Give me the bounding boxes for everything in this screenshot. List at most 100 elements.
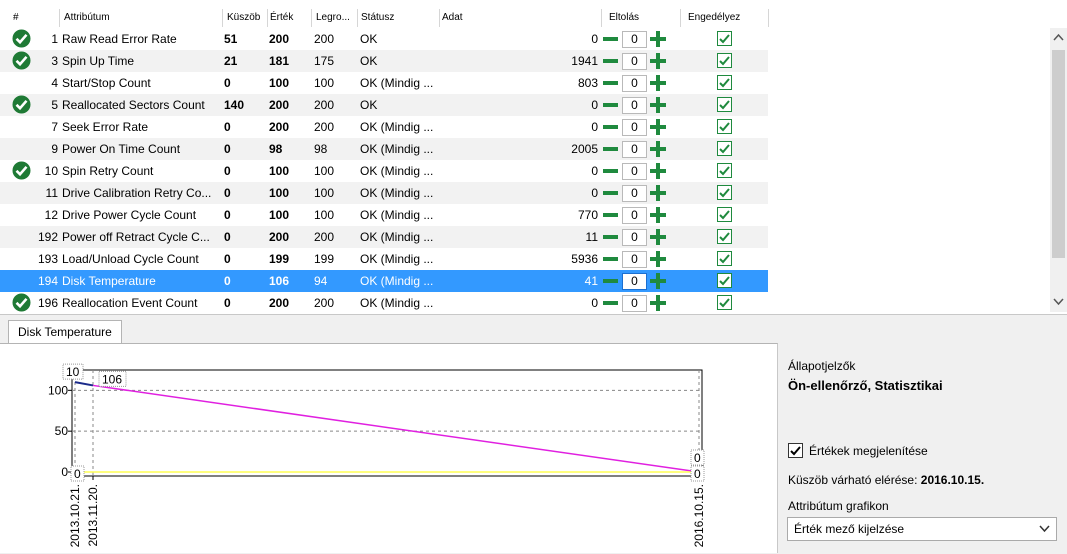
col-enabled-header[interactable]: Engedélyez: [688, 12, 740, 23]
offset-input[interactable]: 0: [622, 229, 647, 246]
table-row[interactable]: 193 Load/Unload Cycle Count 0 199 199 OK (Min…: [0, 248, 768, 270]
attr-value: 100: [269, 186, 290, 200]
offset-input[interactable]: 0: [622, 295, 647, 312]
offset-increase-button[interactable]: [649, 294, 667, 312]
table-row[interactable]: 5 Reallocated Sectors Count 140 200 200 OK 0 0: [0, 94, 768, 116]
offset-increase-button[interactable]: [649, 140, 667, 158]
offset-decrease-button[interactable]: [601, 229, 620, 245]
offset-decrease-button[interactable]: [601, 53, 620, 69]
attr-threshold: 0: [224, 76, 231, 90]
checkmark-icon: [719, 188, 730, 198]
enable-checkbox[interactable]: [717, 251, 732, 266]
offset-increase-button[interactable]: [649, 74, 667, 92]
show-values-label[interactable]: Értékek megjelenítése: [809, 444, 928, 458]
col-attribute-header[interactable]: Attribútum: [64, 12, 110, 23]
enable-checkbox[interactable]: [717, 119, 732, 134]
attr-threshold: 0: [224, 296, 231, 310]
col-data-header[interactable]: Adat: [442, 12, 463, 23]
offset-increase-button[interactable]: [649, 52, 667, 70]
attr-id: 4: [51, 76, 58, 90]
offset-increase-button[interactable]: [649, 206, 667, 224]
table-row[interactable]: 11 Drive Calibration Retry Co... 0 100 100 OK…: [0, 182, 768, 204]
x-tick-label: 2016.10.15.: [692, 484, 706, 547]
enable-checkbox[interactable]: [717, 185, 732, 200]
table-scrollbar[interactable]: [1050, 28, 1067, 312]
attr-raw-data: 5936: [571, 252, 598, 266]
col-threshold-header[interactable]: Küszöb: [227, 12, 260, 23]
offset-input[interactable]: 0: [622, 97, 647, 114]
enable-checkbox[interactable]: [717, 31, 732, 46]
enable-checkbox[interactable]: [717, 141, 732, 156]
col-offset-header[interactable]: Eltolás: [609, 12, 639, 23]
offset-decrease-button[interactable]: [601, 295, 620, 311]
enable-checkbox[interactable]: [717, 163, 732, 178]
attr-id: 192: [37, 230, 58, 244]
offset-input[interactable]: 0: [622, 273, 647, 290]
offset-increase-button[interactable]: [649, 228, 667, 246]
table-row[interactable]: 9 Power On Time Count 0 98 98 OK (Mindig ... 2…: [0, 138, 768, 160]
enable-checkbox[interactable]: [717, 229, 732, 244]
offset-decrease-button[interactable]: [601, 75, 620, 91]
attr-value: 181: [269, 54, 290, 68]
enable-checkbox[interactable]: [717, 97, 732, 112]
enable-checkbox[interactable]: [717, 53, 732, 68]
table-row[interactable]: 192 Power off Retract Cycle C... 0 200 200 OK…: [0, 226, 768, 248]
offset-input[interactable]: 0: [622, 163, 647, 180]
col-value-header[interactable]: Érték: [270, 12, 293, 23]
offset-increase-button[interactable]: [649, 184, 667, 202]
attr-threshold: 0: [224, 274, 231, 288]
offset-decrease-button[interactable]: [601, 31, 620, 47]
offset-increase-button[interactable]: [649, 250, 667, 268]
offset-input[interactable]: 0: [622, 75, 647, 92]
offset-increase-button[interactable]: [649, 162, 667, 180]
offset-decrease-button[interactable]: [601, 119, 620, 135]
offset-decrease-button[interactable]: [601, 141, 620, 157]
offset-increase-button[interactable]: [649, 118, 667, 136]
scrollbar-thumb[interactable]: [1052, 50, 1065, 258]
enable-checkbox[interactable]: [717, 295, 732, 310]
offset-input[interactable]: 0: [622, 141, 647, 158]
ok-check-icon: [12, 29, 31, 48]
attr-value: 200: [269, 296, 290, 310]
checkmark-icon: [719, 56, 730, 66]
enable-checkbox[interactable]: [717, 75, 732, 90]
table-row[interactable]: 7 Seek Error Rate 0 200 200 OK (Mindig ... 0 0: [0, 116, 768, 138]
attribute-info-panel: Állapotjelzők Ön-ellenőrző, Statisztikai…: [778, 343, 1067, 553]
enable-checkbox[interactable]: [717, 207, 732, 222]
offset-increase-button[interactable]: [649, 96, 667, 114]
table-row[interactable]: 3 Spin Up Time 21 181 175 OK 1941 0: [0, 50, 768, 72]
offset-decrease-button[interactable]: [601, 273, 620, 289]
col-num-header[interactable]: #: [13, 12, 19, 23]
attr-name: Drive Power Cycle Count: [62, 208, 197, 222]
table-row[interactable]: 194 Disk Temperature 0 106 94 OK (Mindig ... 4…: [0, 270, 768, 292]
offset-increase-button[interactable]: [649, 30, 667, 48]
table-row[interactable]: 4 Start/Stop Count 0 100 100 OK (Mindig ... 80…: [0, 72, 768, 94]
offset-decrease-button[interactable]: [601, 251, 620, 267]
offset-input[interactable]: 0: [622, 251, 647, 268]
offset-increase-button[interactable]: [649, 272, 667, 290]
table-row[interactable]: 10 Spin Retry Count 0 100 100 OK (Mindig ... 0…: [0, 160, 768, 182]
offset-decrease-button[interactable]: [601, 97, 620, 113]
offset-decrease-button[interactable]: [601, 207, 620, 223]
offset-decrease-button[interactable]: [601, 163, 620, 179]
col-worst-header[interactable]: Legro...: [316, 12, 350, 23]
offset-input[interactable]: 0: [622, 53, 647, 70]
offset-input[interactable]: 0: [622, 119, 647, 136]
offset-input[interactable]: 0: [622, 207, 647, 224]
attr-worst: 98: [314, 142, 328, 156]
table-row[interactable]: 1 Raw Read Error Rate 51 200 200 OK 0 0: [0, 28, 768, 50]
scroll-down-icon[interactable]: [1053, 296, 1064, 307]
attribute-graph-select[interactable]: Érték mező kijelzése: [787, 517, 1057, 541]
attr-id: 10: [44, 164, 58, 178]
table-row[interactable]: 12 Drive Power Cycle Count 0 100 100 OK (Mind…: [0, 204, 768, 226]
offset-input[interactable]: 0: [622, 31, 647, 48]
offset-decrease-button[interactable]: [601, 185, 620, 201]
scroll-up-icon[interactable]: [1053, 32, 1064, 43]
enable-checkbox[interactable]: [717, 273, 732, 288]
show-values-checkbox[interactable]: [788, 443, 803, 458]
table-row[interactable]: 196 Reallocation Event Count 0 200 200 OK (Mi…: [0, 292, 768, 314]
offset-input[interactable]: 0: [622, 185, 647, 202]
attr-name: Disk Temperature: [62, 274, 156, 288]
col-status-header[interactable]: Státusz: [361, 12, 394, 23]
tab-disk-temperature[interactable]: Disk Temperature: [8, 320, 122, 344]
